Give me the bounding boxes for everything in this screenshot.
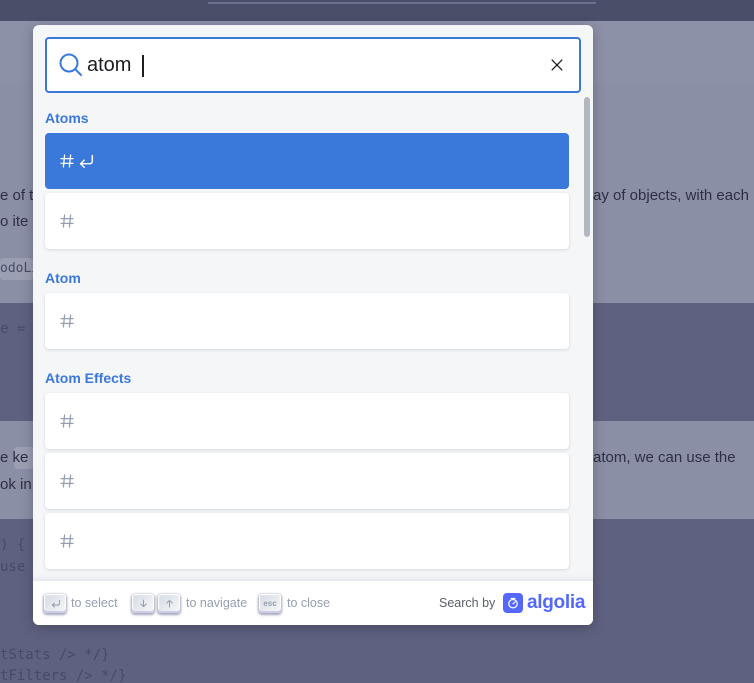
clear-search-button[interactable] <box>545 53 569 77</box>
section-title-atoms: Atoms <box>45 110 89 126</box>
background-code-line: tFilters /> */} <box>0 668 127 683</box>
enter-key <box>44 594 66 613</box>
enter-icon <box>51 599 60 608</box>
background-code-line: e = <box>0 321 26 337</box>
esc-key-label: esc <box>263 599 277 608</box>
search-input[interactable] <box>87 49 527 81</box>
navigate-hint: to navigate <box>186 596 248 610</box>
section-title-atom-effects: Atom Effects <box>45 370 132 386</box>
hash-icon <box>60 154 74 168</box>
background-text: ay of objects, with each <box>593 187 749 204</box>
background-code-line: use <box>0 559 26 575</box>
search-modal: Atoms Atom Atom Effects <box>33 25 593 625</box>
close-icon <box>551 59 563 71</box>
algolia-logo-icon <box>503 593 523 613</box>
search-hit[interactable] <box>45 133 569 189</box>
search-by-label: Search by <box>439 596 496 610</box>
background-link-underline <box>208 2 596 4</box>
hash-icon <box>60 534 74 548</box>
background-text: e ke <box>0 449 29 466</box>
section-title-atom: Atom <box>45 270 81 286</box>
background-inline-code: odoLi <box>0 258 39 280</box>
background-text: e of t <box>0 187 34 204</box>
search-hit[interactable] <box>45 453 569 509</box>
hash-icon <box>60 314 74 328</box>
background-navbar <box>0 0 754 21</box>
algolia-wordmark: algolia <box>527 592 586 613</box>
arrow-up-key <box>158 594 180 613</box>
search-hit[interactable] <box>45 293 569 349</box>
enter-icon <box>79 154 94 169</box>
background-text: atom, we can use the <box>593 449 736 466</box>
arrow-down-key <box>132 594 154 613</box>
algolia-logo-link[interactable]: algolia <box>503 593 585 613</box>
search-hit[interactable] <box>45 393 569 449</box>
hash-icon <box>60 474 74 488</box>
background-text: ok in <box>0 476 32 493</box>
arrow-down-icon <box>139 599 147 608</box>
hash-icon <box>60 214 74 228</box>
search-form <box>45 37 581 93</box>
arrow-up-icon <box>165 599 173 608</box>
background-text: o ite <box>0 213 29 230</box>
text-caret <box>142 55 144 77</box>
hash-icon <box>60 414 74 428</box>
search-hit[interactable] <box>45 513 569 569</box>
esc-key: esc <box>259 594 281 613</box>
background-code-line: ) { <box>0 537 26 553</box>
background-code-line: tStats /> */} <box>0 647 110 663</box>
select-hint: to select <box>71 596 118 610</box>
search-icon <box>57 51 85 79</box>
search-hit[interactable] <box>45 193 569 249</box>
search-footer: to select to navigate esc to close Searc… <box>33 580 593 625</box>
close-hint: to close <box>287 596 331 610</box>
search-results: Atoms Atom Atom Effects <box>33 105 593 580</box>
results-scrollbar[interactable] <box>584 97 590 237</box>
